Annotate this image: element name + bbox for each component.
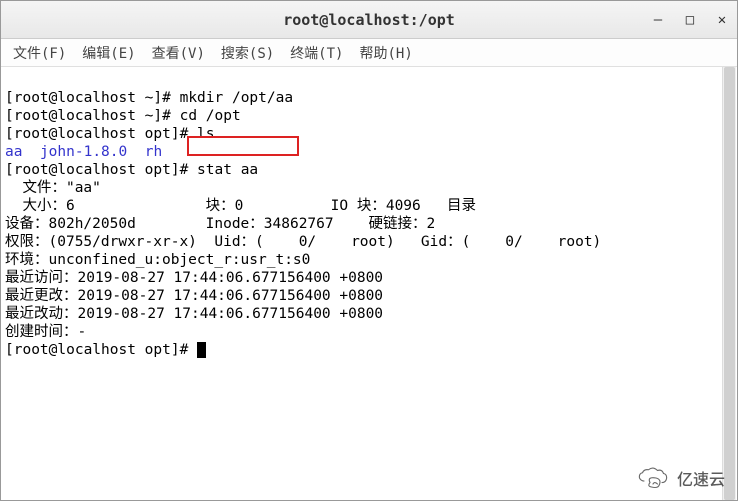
- stat-line: 最近改动：2019-08-27 17:44:06.677156400 +0800: [5, 306, 383, 322]
- close-button[interactable]: ✕: [713, 11, 731, 29]
- menu-help[interactable]: 帮助(H): [351, 41, 420, 65]
- menu-view[interactable]: 查看(V): [144, 41, 213, 65]
- stat-line: 最近更改：2019-08-27 17:44:06.677156400 +0800: [5, 288, 383, 304]
- maximize-button[interactable]: □: [681, 11, 699, 29]
- scrollbar-thumb[interactable]: [724, 67, 735, 500]
- terminal-line: [root@localhost ~]# mkdir /opt/aa: [5, 90, 293, 106]
- cloud-logo-icon: [635, 466, 671, 490]
- stat-line: 最近访问：2019-08-27 17:44:06.677156400 +0800: [5, 270, 383, 286]
- cursor-icon: [197, 342, 206, 358]
- scrollbar[interactable]: [722, 67, 736, 500]
- menu-file[interactable]: 文件(F): [5, 41, 74, 65]
- window-controls: — □ ✕: [649, 11, 731, 29]
- menu-edit[interactable]: 编辑(E): [74, 41, 143, 65]
- menu-terminal[interactable]: 终端(T): [282, 41, 351, 65]
- terminal[interactable]: [root@localhost ~]# mkdir /opt/aa [root@…: [1, 67, 737, 381]
- watermark-text: 亿速云: [677, 466, 725, 490]
- watermark: 亿速云: [635, 466, 725, 490]
- stat-line: 设备：802h/2050d Inode：34862767 硬链接：2: [5, 216, 435, 232]
- stat-line: 创建时间：-: [5, 324, 86, 340]
- terminal-line: [root@localhost ~]# cd /opt: [5, 108, 241, 124]
- ls-dir-john: john-1.8.0: [40, 144, 127, 160]
- window-title: root@localhost:/opt: [283, 11, 455, 29]
- ls-dir-aa: aa: [5, 144, 22, 160]
- terminal-line: [root@localhost opt]# ls: [5, 126, 215, 142]
- prompt-line: [root@localhost opt]#: [5, 342, 197, 358]
- menu-search[interactable]: 搜索(S): [213, 41, 282, 65]
- titlebar: root@localhost:/opt — □ ✕: [1, 1, 737, 39]
- stat-line: 环境：unconfined_u:object_r:usr_t:s0: [5, 252, 310, 268]
- stat-line: 大小：6 块：0 IO 块：4096 目录: [5, 198, 476, 214]
- stat-line: 权限：(0755/drwxr-xr-x) Uid：( 0/ root) Gid：…: [5, 234, 601, 250]
- minimize-button[interactable]: —: [649, 11, 667, 29]
- menubar: 文件(F) 编辑(E) 查看(V) 搜索(S) 终端(T) 帮助(H): [1, 39, 737, 67]
- terminal-line: [root@localhost opt]# stat aa: [5, 162, 258, 178]
- stat-line: 文件："aa": [5, 180, 101, 196]
- ls-dir-rh: rh: [145, 144, 162, 160]
